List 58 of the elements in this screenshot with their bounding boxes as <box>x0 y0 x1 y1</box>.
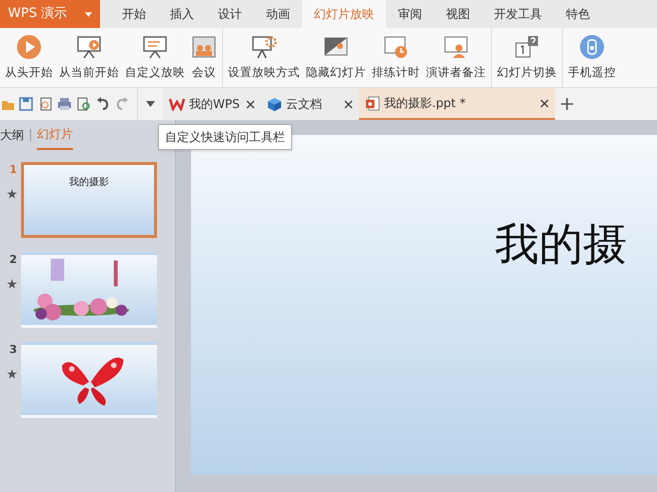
close-icon[interactable] <box>540 98 549 108</box>
document-tab[interactable]: 我的WPS <box>163 88 261 120</box>
presentation-file-icon <box>365 96 380 110</box>
ribbon-tab[interactable]: 开发工具 <box>482 0 554 28</box>
projector-screen-icon <box>142 34 168 60</box>
caret-icon <box>85 12 92 16</box>
ribbon-button[interactable]: 从当前开始 <box>56 28 122 87</box>
slide-clock-icon <box>383 34 409 60</box>
close-icon[interactable] <box>246 100 255 108</box>
cube-icon <box>267 96 282 112</box>
ribbon-button[interactable]: 设置放映方式 <box>225 28 303 87</box>
ribbon-tab[interactable]: 设计 <box>206 0 254 28</box>
ribbon-button[interactable]: 会议 <box>188 28 220 87</box>
thumbnail-title: 我的摄影 <box>69 176 109 190</box>
slide-title: 我的摄 <box>495 219 627 270</box>
ribbon-tab[interactable]: 动画 <box>254 0 302 28</box>
print-icon[interactable] <box>57 97 72 111</box>
ribbon-button[interactable]: 自定义放映 <box>122 28 188 87</box>
presenter-icon <box>443 34 469 60</box>
remote-control-icon <box>579 34 605 60</box>
meeting-icon <box>191 34 217 60</box>
pane-tab[interactable]: 大纲 <box>0 120 24 150</box>
ribbon-tab[interactable]: 插入 <box>158 0 206 28</box>
ribbon-button[interactable]: 幻灯片切换 <box>494 28 560 87</box>
ribbon-tab[interactable]: 特色 <box>554 0 602 28</box>
slide-switch-icon <box>514 34 540 60</box>
save-icon[interactable] <box>19 97 33 111</box>
tab-label: 云文档 <box>286 96 323 113</box>
star-icon <box>7 188 17 198</box>
ribbon-button[interactable]: 隐藏幻灯片 <box>303 28 369 87</box>
add-tab-icon[interactable] <box>561 98 573 110</box>
dropdown-arrow-icon[interactable] <box>146 101 155 107</box>
ribbon-button[interactable]: 手机遥控 <box>565 28 619 87</box>
slide-number: 1 <box>9 162 17 178</box>
screen-gear-icon <box>251 34 277 60</box>
slide-number: 3 <box>9 342 17 358</box>
star-icon <box>7 368 17 378</box>
document-tab[interactable]: 我的摄影.ppt * <box>359 88 555 120</box>
play-icon <box>16 34 42 60</box>
slide-number: 2 <box>9 252 17 268</box>
ribbon-tab[interactable]: 开始 <box>110 0 158 28</box>
projector-screen-icon <box>76 34 102 60</box>
star-icon <box>7 278 17 288</box>
close-icon[interactable] <box>344 100 353 108</box>
ribbon-button[interactable]: 排练计时 <box>369 28 423 87</box>
ribbon-button[interactable]: 从头开始 <box>2 28 56 87</box>
tab-label: 我的摄影.ppt * <box>384 95 467 112</box>
export-file-icon[interactable] <box>38 97 52 111</box>
w-logo-icon <box>169 97 185 111</box>
ribbon-tab[interactable]: 审阅 <box>386 0 434 28</box>
slide-thumbnail[interactable]: 我的摄影 <box>21 162 157 238</box>
tooltip: 自定义快速访问工具栏 <box>158 124 292 150</box>
tab-label: 我的WPS <box>189 96 241 113</box>
print-preview-icon[interactable] <box>77 97 91 111</box>
ribbon-button[interactable]: 演讲者备注 <box>423 28 489 87</box>
document-tab[interactable]: 云文档 <box>261 88 359 120</box>
ribbon-tab[interactable]: 视图 <box>434 0 482 28</box>
undo-icon[interactable] <box>96 97 110 111</box>
